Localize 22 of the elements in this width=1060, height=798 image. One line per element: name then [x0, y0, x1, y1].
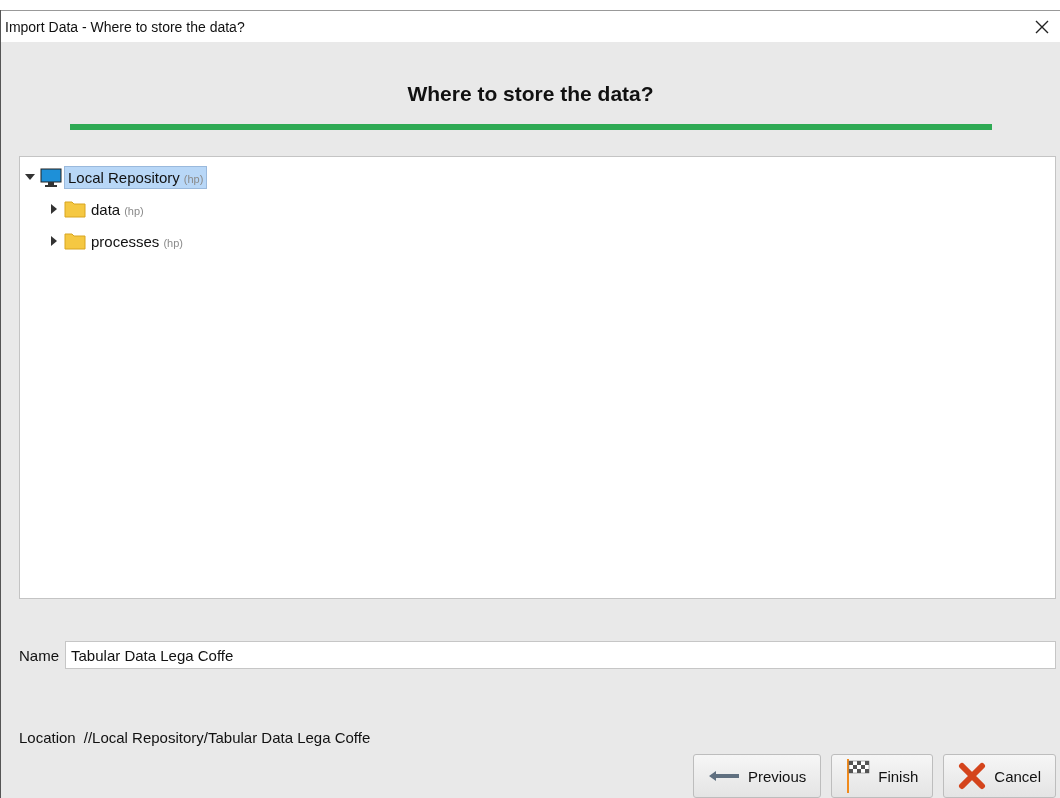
name-label: Name	[19, 646, 59, 664]
owner-label: (hp)	[183, 172, 204, 185]
window-title: Import Data - Where to store the data?	[5, 18, 245, 35]
owner-label: (hp)	[163, 236, 183, 249]
left-arrow-icon	[707, 770, 740, 782]
owner-label: (hp)	[124, 204, 144, 217]
checkered-flag-icon	[846, 759, 871, 793]
cancel-button[interactable]: Cancel	[943, 754, 1056, 798]
tree-item[interactable]: Local Repository (hp)	[64, 165, 208, 189]
tree-item[interactable]: processes (hp)	[88, 230, 186, 252]
close-icon	[1034, 18, 1050, 35]
tree-item[interactable]: data (hp)	[88, 198, 147, 220]
monitor-icon	[40, 167, 62, 187]
page-heading: Where to store the data?	[407, 82, 654, 107]
folder-icon	[64, 200, 86, 219]
folder-icon	[64, 232, 86, 251]
location-path: //Local Repository/Tabular Data Lega Coffe	[83, 729, 371, 746]
name-field[interactable]: Tabular Data Lega Coffe	[65, 641, 1056, 669]
finish-button[interactable]: Finish	[831, 754, 934, 798]
cross-icon	[958, 762, 987, 790]
previous-button[interactable]: Previous	[692, 754, 822, 798]
location-label: Location	[19, 729, 76, 746]
